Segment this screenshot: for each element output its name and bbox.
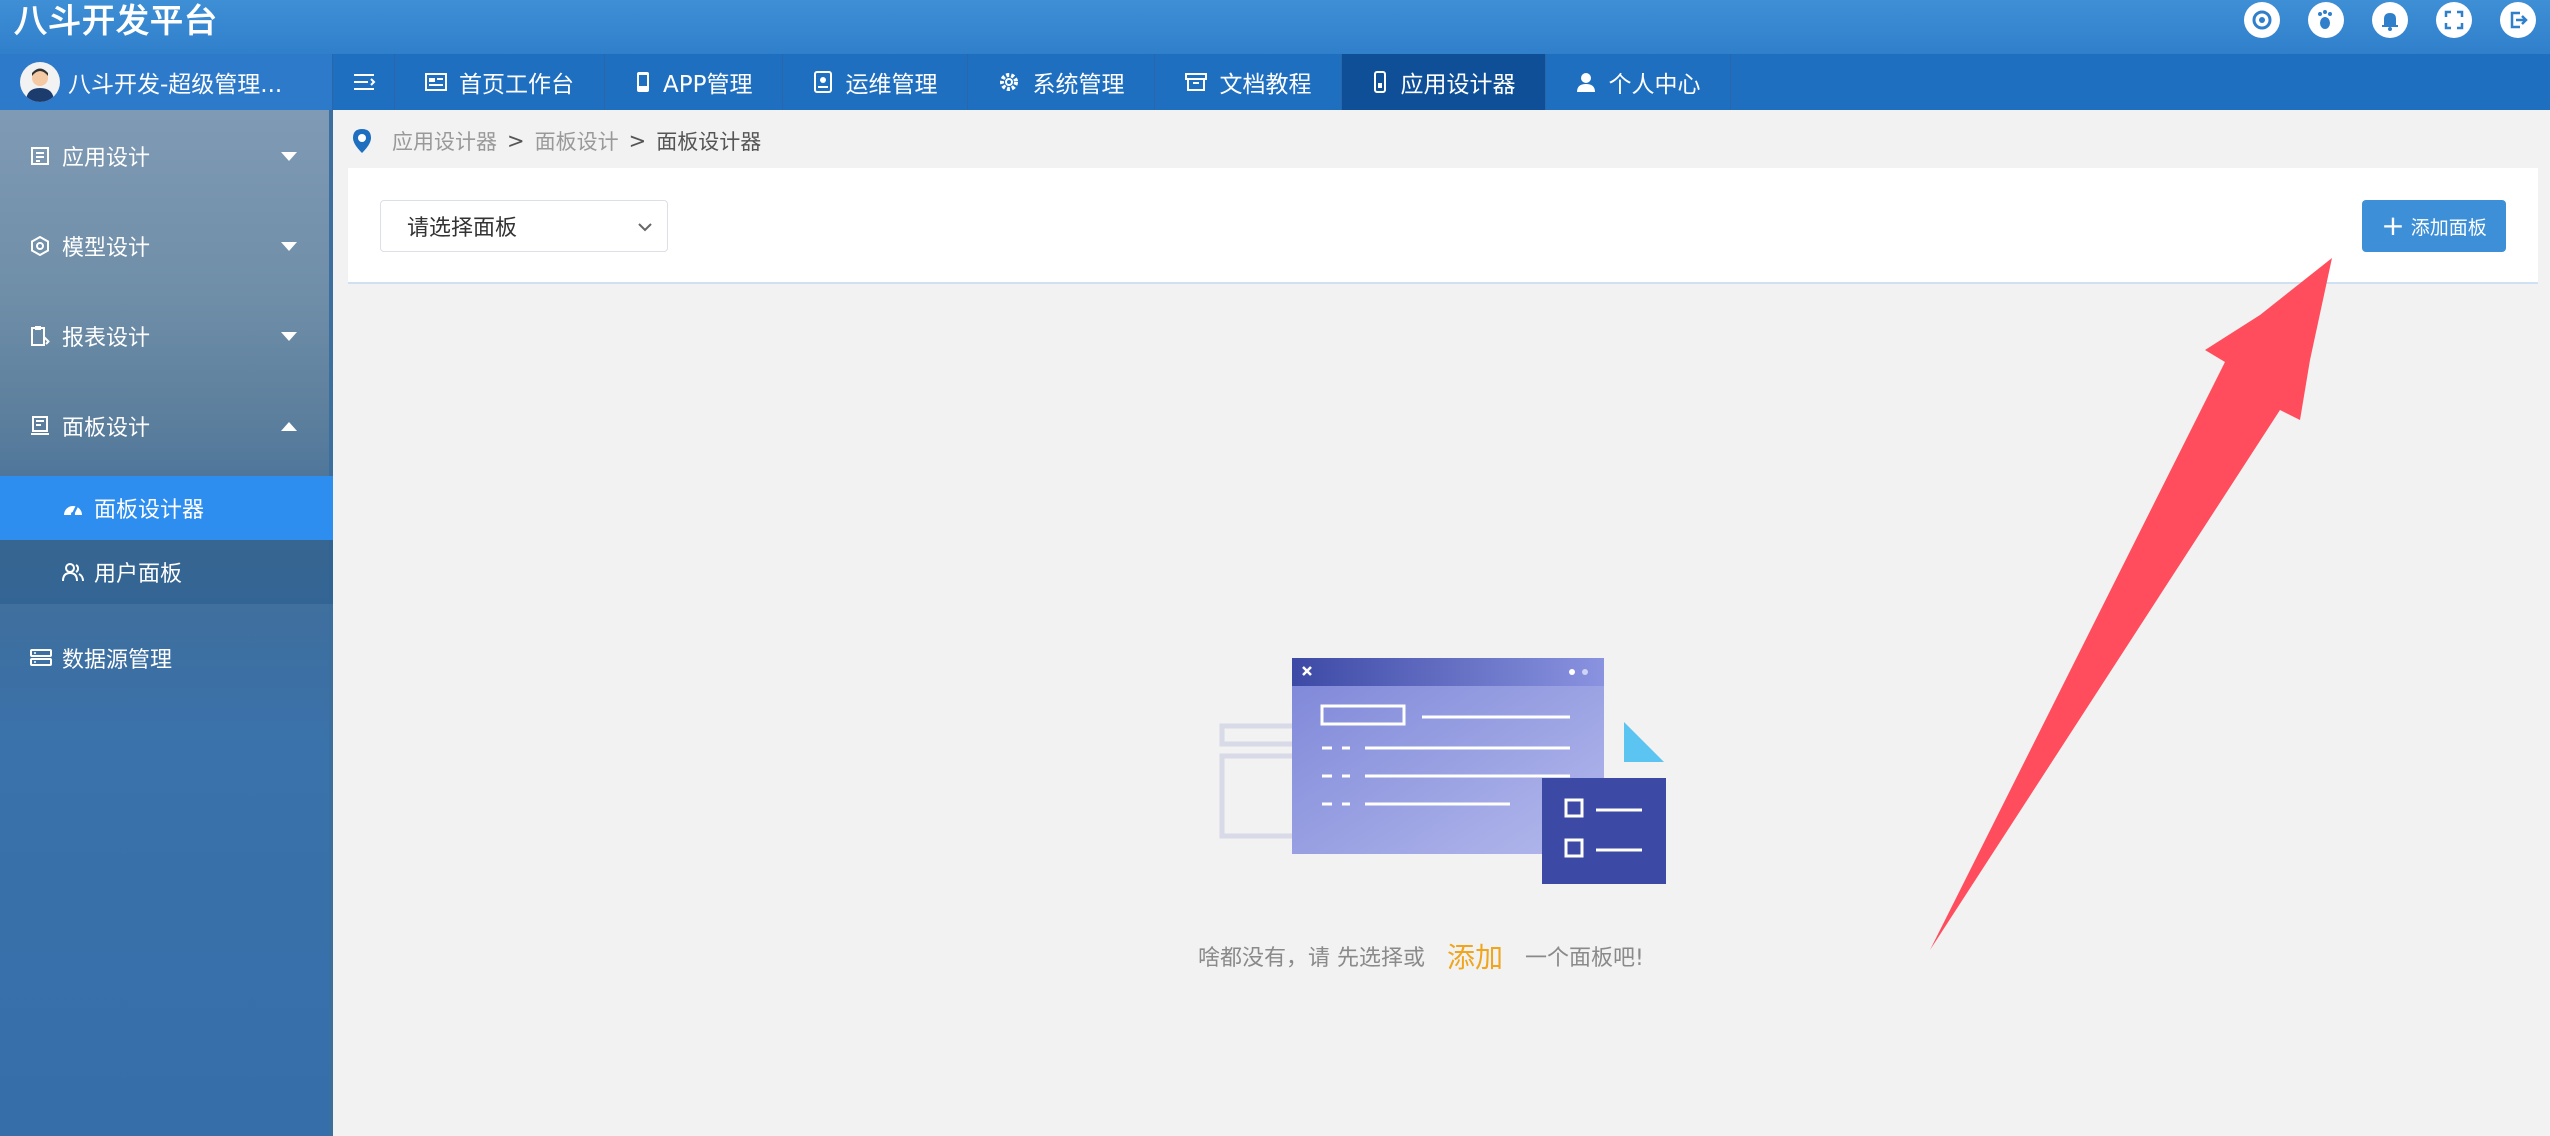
user-name: 八斗开发-超级管理... <box>68 72 283 98</box>
chevron-down-icon <box>281 242 297 251</box>
title-bar: 八斗开发平台 <box>0 0 2550 54</box>
sidebar: 应用设计 模型设计 报表设计 面板设计 面板设计器 用户面板 数据源管理 <box>0 110 333 1136</box>
nav-item-profile[interactable]: 个人中心 <box>1546 54 1732 110</box>
sidebar-item-model-design[interactable]: 模型设计 <box>0 216 333 276</box>
empty-state-illustration <box>1210 650 1680 894</box>
dashboard-icon <box>425 72 447 92</box>
nav-item-system[interactable]: 系统管理 <box>968 54 1156 110</box>
nav-item-designer[interactable]: 应用设计器 <box>1342 54 1547 110</box>
nav-item-home[interactable]: 首页工作台 <box>395 54 605 110</box>
user-icon <box>1576 71 1596 93</box>
nav-item-app[interactable]: APP管理 <box>605 54 784 110</box>
sidebar-item-app-design[interactable]: 应用设计 <box>0 126 333 186</box>
main-nav: 八斗开发-超级管理... 首页工作台 APP管理 运维管理 系统管理 文档教程 … <box>0 54 2550 110</box>
app-design-icon <box>30 146 56 166</box>
empty-add-link[interactable]: 添加 <box>1447 936 1503 976</box>
add-panel-button[interactable]: + 添加面板 <box>2362 200 2506 252</box>
nav-item-ops[interactable]: 运维管理 <box>783 54 969 110</box>
sidebar-subitem-panel-designer[interactable]: 面板设计器 <box>0 476 333 540</box>
breadcrumb-item-designer[interactable]: 应用设计器 <box>392 126 497 156</box>
menu-toggle-button[interactable] <box>333 54 395 110</box>
breadcrumb-item-panel-design[interactable]: 面板设计 <box>535 126 619 156</box>
location-pin-icon <box>352 128 372 154</box>
empty-text-before: 啥都没有，请 先选择或 <box>1198 946 1425 971</box>
sidebar-item-panel-design[interactable]: 面板设计 <box>0 396 333 456</box>
breadcrumb-separator: > <box>507 129 525 153</box>
breadcrumb-item-current: 面板设计器 <box>656 130 762 154</box>
chevron-down-icon <box>635 217 655 243</box>
panel-icon <box>30 416 56 436</box>
breadcrumb: 应用设计器 > 面板设计 > 面板设计器 <box>352 126 761 156</box>
ops-icon <box>813 71 833 93</box>
sidebar-item-datasource[interactable]: 数据源管理 <box>0 628 333 688</box>
empty-text-after: 一个面板吧! <box>1525 946 1644 971</box>
phone-icon <box>635 71 651 93</box>
plus-icon: + <box>2381 209 2405 242</box>
top-icon-bar <box>2230 0 2550 40</box>
logout-icon[interactable] <box>2486 0 2550 40</box>
sidebar-submenu: 面板设计器 用户面板 <box>0 476 333 604</box>
nav-item-docs[interactable]: 文档教程 <box>1155 54 1343 110</box>
bell-icon[interactable] <box>2358 0 2422 40</box>
database-icon <box>30 648 56 668</box>
chevron-down-icon <box>281 332 297 341</box>
report-icon <box>30 325 56 347</box>
gear-icon <box>998 71 1020 93</box>
model-icon <box>30 236 56 256</box>
footprint-icon[interactable] <box>2294 0 2358 40</box>
app-title: 八斗开发平台 <box>14 1 218 40</box>
archive-icon <box>1185 72 1208 92</box>
gauge-icon <box>62 499 88 517</box>
panel-select[interactable]: 请选择面板 <box>380 200 668 252</box>
sidebar-subitem-user-panel[interactable]: 用户面板 <box>0 540 333 604</box>
breadcrumb-separator: > <box>628 129 647 153</box>
refresh-icon[interactable] <box>2230 0 2294 40</box>
fullscreen-icon[interactable] <box>2422 0 2486 40</box>
annotation-arrow <box>1900 250 2460 974</box>
users-icon <box>62 562 88 582</box>
panel-select-placeholder: 请选择面板 <box>407 216 518 241</box>
designer-icon <box>1372 71 1388 93</box>
user-profile[interactable]: 八斗开发-超级管理... <box>0 54 333 110</box>
chevron-down-icon <box>281 152 297 161</box>
empty-state-message: 啥都没有，请 先选择或 添加 一个面板吧! <box>1198 936 1644 976</box>
avatar <box>20 62 60 102</box>
chevron-up-icon <box>281 422 297 431</box>
add-panel-label: 添加面板 <box>2410 216 2487 239</box>
sidebar-item-report-design[interactable]: 报表设计 <box>0 306 333 366</box>
